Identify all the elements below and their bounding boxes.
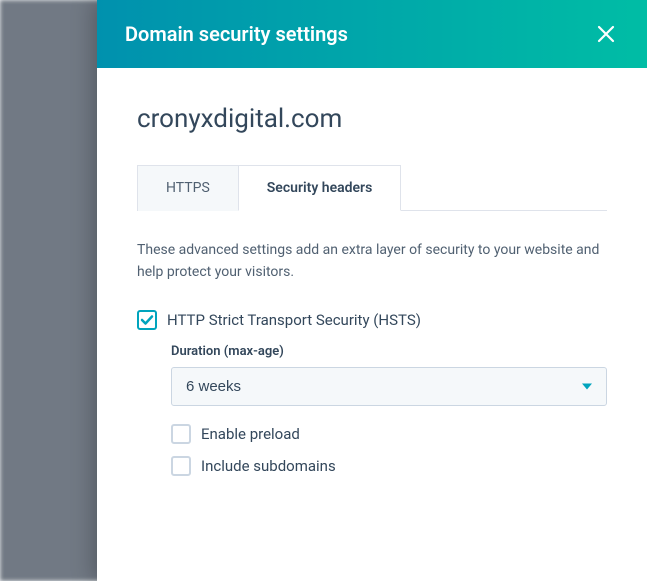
hsts-row: HTTP Strict Transport Security (HSTS)	[137, 310, 607, 330]
enable-preload-label: Enable preload	[201, 425, 300, 443]
duration-value: 6 weeks	[186, 378, 241, 395]
panel-body: cronyxdigital.com HTTPS Security headers…	[97, 68, 647, 581]
domain-name: cronyxdigital.com	[137, 104, 607, 134]
close-icon	[597, 25, 615, 43]
close-button[interactable]	[593, 21, 619, 47]
hsts-checkbox[interactable]	[137, 310, 157, 330]
panel-header: Domain security settings	[97, 0, 647, 68]
settings-panel: Domain security settings cronyxdigital.c…	[97, 0, 647, 581]
include-subdomains-row: Include subdomains	[171, 456, 607, 476]
tab-https[interactable]: HTTPS	[137, 165, 239, 211]
tab-label: HTTPS	[166, 180, 210, 196]
checkmark-icon	[140, 313, 154, 327]
enable-preload-row: Enable preload	[171, 424, 607, 444]
tab-label: Security headers	[267, 180, 373, 196]
include-subdomains-label: Include subdomains	[201, 457, 336, 475]
duration-select-wrap: 6 weeks	[171, 367, 607, 406]
duration-label: Duration (max-age)	[171, 344, 607, 359]
enable-preload-checkbox[interactable]	[171, 424, 191, 444]
hsts-label: HTTP Strict Transport Security (HSTS)	[167, 311, 421, 329]
panel-title: Domain security settings	[125, 22, 348, 46]
duration-select[interactable]: 6 weeks	[171, 367, 607, 406]
description-text: These advanced settings add an extra lay…	[137, 239, 607, 284]
hsts-options: Duration (max-age) 6 weeks Enable preloa…	[171, 344, 607, 476]
tab-security-headers[interactable]: Security headers	[238, 165, 402, 211]
tabs: HTTPS Security headers	[137, 164, 607, 211]
include-subdomains-checkbox[interactable]	[171, 456, 191, 476]
